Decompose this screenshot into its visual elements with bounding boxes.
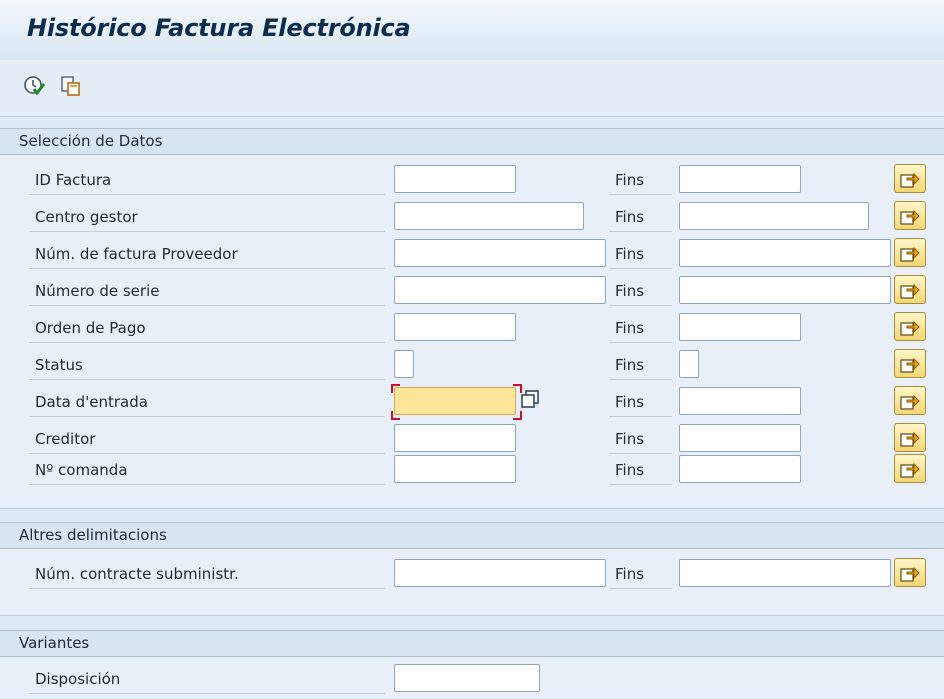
num-comanda-to-input[interactable] — [679, 455, 801, 483]
execute-clock-icon[interactable] — [23, 74, 47, 98]
multiple-selection-arrow-icon — [900, 246, 920, 262]
multiple-selection-button[interactable] — [894, 423, 926, 452]
fins-label: Fins — [609, 166, 672, 195]
num-contracte-to-input[interactable] — [679, 559, 891, 587]
row-numero-serie: Número de serie Fins — [0, 274, 944, 311]
creditor-from-input[interactable] — [394, 424, 516, 452]
label-id-factura: ID Factura — [29, 166, 385, 195]
orden-pago-from-input[interactable] — [394, 313, 516, 341]
fins-label: Fins — [609, 425, 672, 454]
section-header-altres: Altres delimitacions — [0, 522, 944, 549]
page-title: Histórico Factura Electrónica — [27, 14, 411, 42]
row-num-contracte: Núm. contracte subministr. Fins — [0, 557, 944, 594]
numero-serie-to-input[interactable] — [679, 276, 891, 304]
status-from-input[interactable] — [394, 350, 414, 378]
label-status: Status — [29, 351, 385, 380]
id-factura-from-input[interactable] — [394, 165, 516, 193]
creditor-to-input[interactable] — [679, 424, 801, 452]
multiple-selection-arrow-icon — [900, 431, 920, 447]
section-header-variantes: Variantes — [0, 630, 944, 657]
fins-label: Fins — [609, 277, 672, 306]
value-help-icon — [521, 390, 539, 408]
fins-label: Fins — [609, 314, 672, 343]
multiple-selection-arrow-icon — [900, 394, 920, 410]
centro-gestor-from-input[interactable] — [394, 202, 584, 230]
multiple-selection-button[interactable] — [894, 349, 926, 378]
label-num-contracte: Núm. contracte subministr. — [29, 560, 385, 589]
section-body-seleccion: ID Factura Fins Centro gestor Fins Núm. … — [0, 155, 944, 509]
data-entrada-to-input[interactable] — [679, 387, 801, 415]
num-factura-proveedor-from-input[interactable] — [394, 239, 606, 267]
value-help-button[interactable] — [520, 389, 542, 413]
numero-serie-from-input[interactable] — [394, 276, 606, 304]
fins-label: Fins — [609, 456, 672, 485]
section-body-altres: Núm. contracte subministr. Fins — [0, 549, 944, 616]
label-orden-pago: Orden de Pago — [29, 314, 385, 343]
label-data-entrada: Data d'entrada — [29, 388, 385, 417]
multiple-selection-arrow-icon — [900, 209, 920, 225]
multiple-selection-button[interactable] — [894, 201, 926, 230]
multiple-selection-arrow-icon — [900, 357, 920, 373]
row-status: Status Fins — [0, 348, 944, 385]
application-toolbar — [0, 60, 944, 117]
focus-corner — [391, 411, 400, 420]
multiple-selection-button[interactable] — [894, 558, 926, 587]
row-num-comanda: Nº comanda Fins — [0, 453, 944, 490]
status-to-input[interactable] — [679, 350, 699, 378]
num-factura-proveedor-to-input[interactable] — [679, 239, 891, 267]
multiple-selection-arrow-icon — [900, 566, 920, 582]
label-numero-serie: Número de serie — [29, 277, 385, 306]
focus-corner — [391, 384, 400, 393]
id-factura-to-input[interactable] — [679, 165, 801, 193]
multiple-selection-button[interactable] — [894, 275, 926, 304]
section-body-variantes: Disposición — [0, 657, 944, 698]
label-num-comanda: Nº comanda — [29, 456, 385, 485]
fins-label: Fins — [609, 240, 672, 269]
copy-variant-icon[interactable] — [59, 74, 83, 98]
fins-label: Fins — [609, 560, 672, 589]
multiple-selection-button[interactable] — [894, 238, 926, 267]
label-num-factura-proveedor: Núm. de factura Proveedor — [29, 240, 385, 269]
row-id-factura: ID Factura Fins — [0, 163, 944, 200]
section-header-seleccion: Selección de Datos — [0, 128, 944, 155]
row-data-entrada: Data d'entrada Fins — [0, 384, 944, 422]
multiple-selection-button[interactable] — [894, 386, 926, 415]
disposicion-input[interactable] — [394, 664, 540, 692]
multiple-selection-arrow-icon — [900, 462, 920, 478]
title-bar: Histórico Factura Electrónica — [0, 0, 944, 60]
multiple-selection-arrow-icon — [900, 172, 920, 188]
label-disposicion: Disposición — [29, 665, 385, 694]
label-creditor: Creditor — [29, 425, 385, 454]
row-num-factura-proveedor: Núm. de factura Proveedor Fins — [0, 237, 944, 274]
multiple-selection-button[interactable] — [894, 312, 926, 341]
num-contracte-from-input[interactable] — [394, 559, 606, 587]
num-comanda-from-input[interactable] — [394, 455, 516, 483]
row-centro-gestor: Centro gestor Fins — [0, 200, 944, 237]
centro-gestor-to-input[interactable] — [679, 202, 869, 230]
data-entrada-from-input[interactable] — [394, 387, 516, 415]
row-disposicion: Disposición — [0, 662, 944, 699]
orden-pago-to-input[interactable] — [679, 313, 801, 341]
multiple-selection-button[interactable] — [894, 454, 926, 483]
row-orden-pago: Orden de Pago Fins — [0, 311, 944, 348]
multiple-selection-arrow-icon — [900, 320, 920, 336]
fins-label: Fins — [609, 203, 672, 232]
multiple-selection-arrow-icon — [900, 283, 920, 299]
label-centro-gestor: Centro gestor — [29, 203, 385, 232]
fins-label: Fins — [609, 351, 672, 380]
fins-label: Fins — [609, 388, 672, 417]
multiple-selection-button[interactable] — [894, 164, 926, 193]
